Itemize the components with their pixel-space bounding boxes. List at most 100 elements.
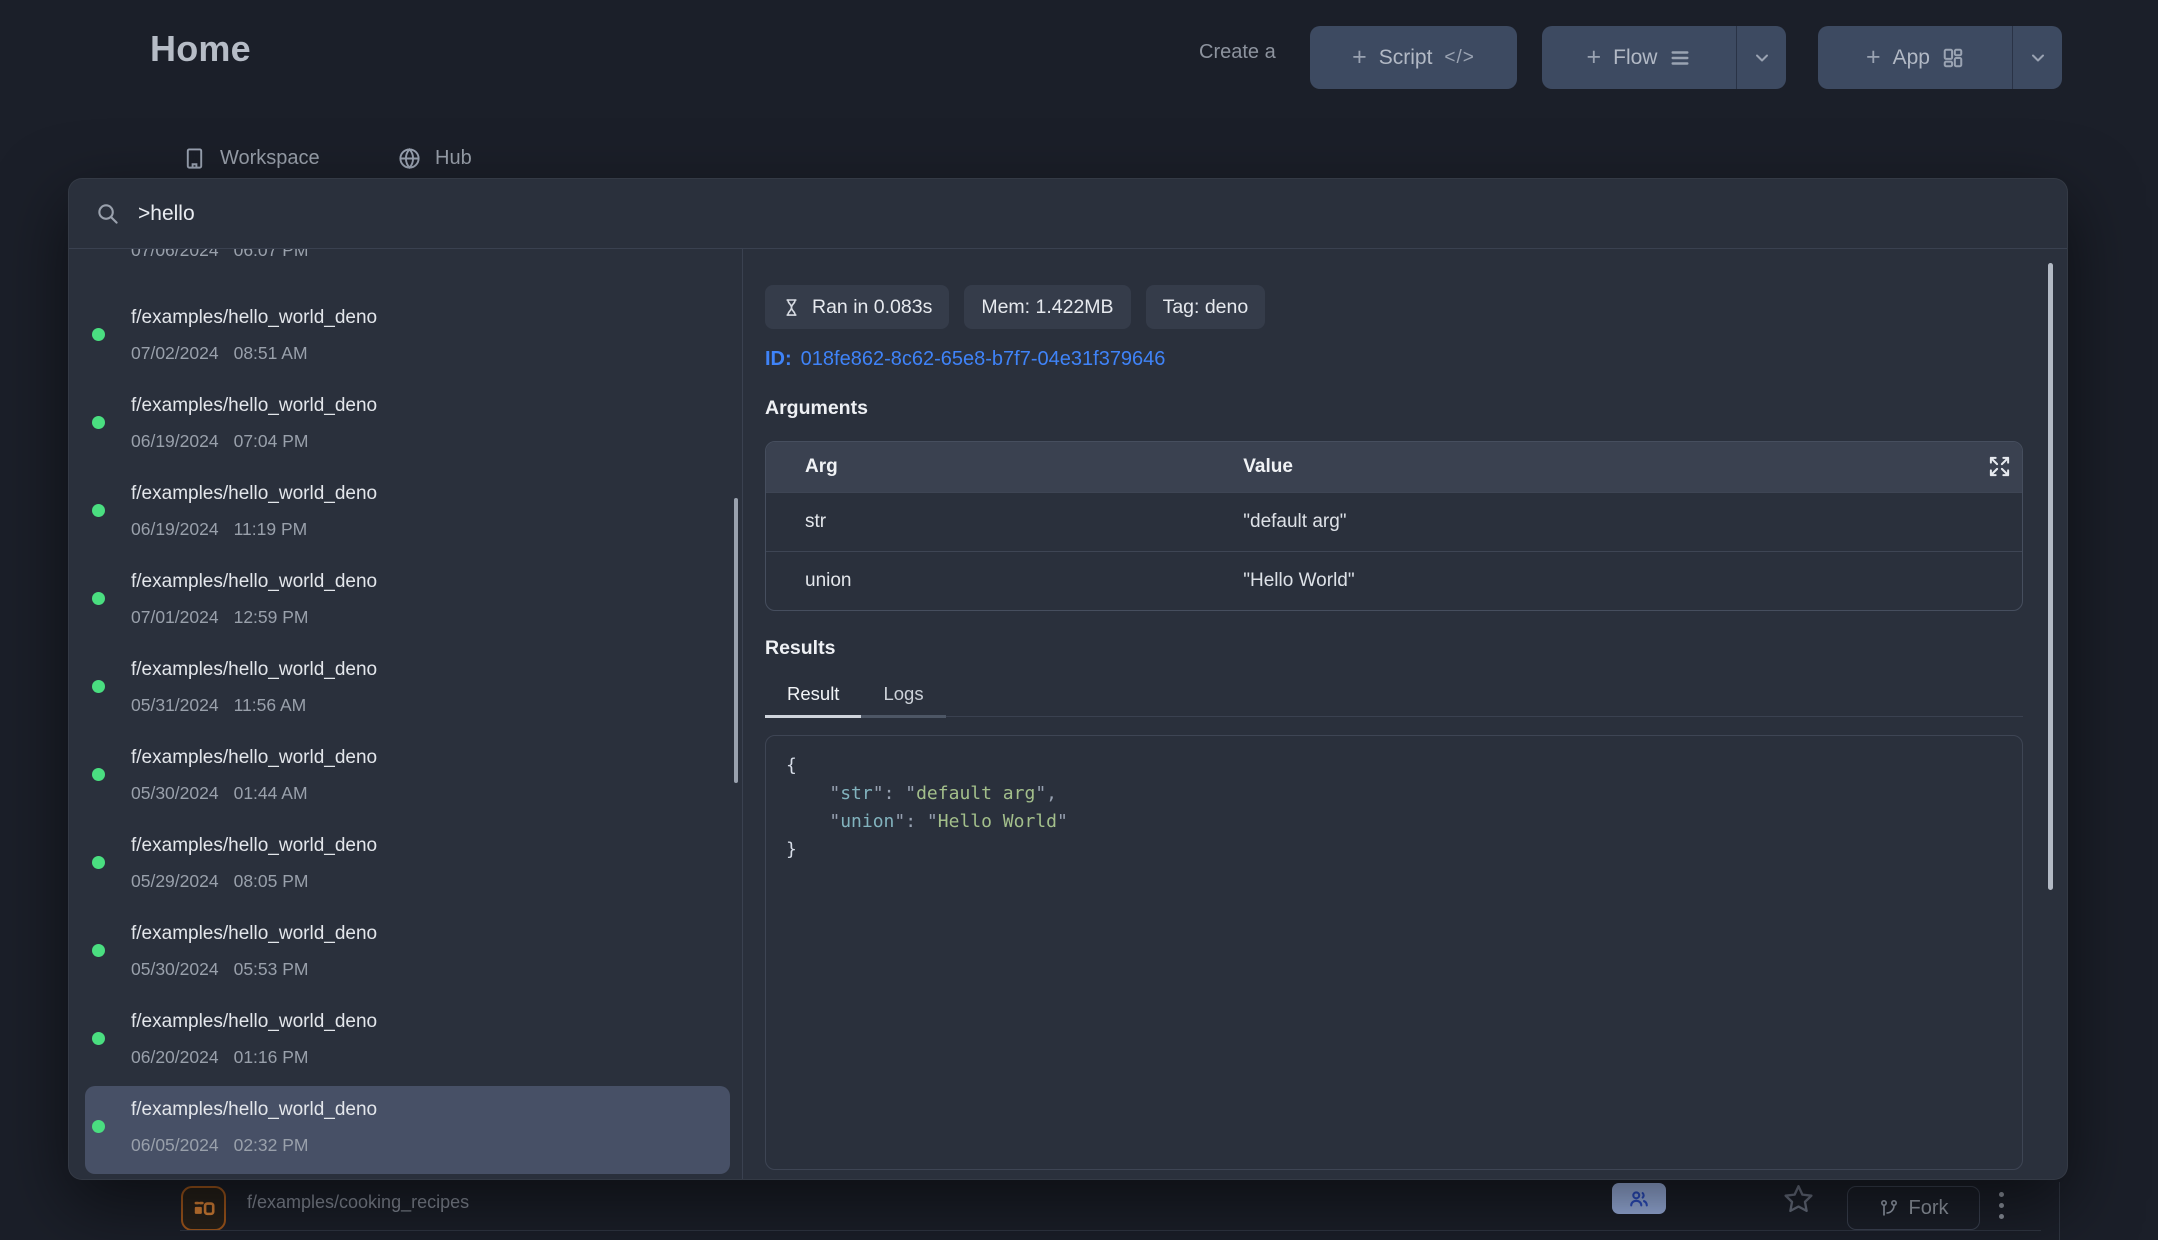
create-app-dropdown-button[interactable]: [2012, 26, 2062, 89]
favorite-star-icon[interactable]: [1783, 1183, 1814, 1214]
runtime-badge: Ran in 0.083s: [765, 285, 949, 329]
tab-logs[interactable]: Logs: [861, 683, 945, 718]
code-line: }: [786, 836, 2002, 864]
success-status-dot: [92, 504, 105, 517]
run-list-item[interactable]: f/examples/hello_world_deno 05/29/202408:…: [69, 822, 742, 910]
run-list-item[interactable]: f/examples/hello_world_deno 05/31/202411:…: [69, 646, 742, 734]
success-status-dot: [92, 944, 105, 957]
search-input[interactable]: >hello: [138, 202, 195, 226]
run-datetime: 06/19/202407:04 PM: [131, 431, 309, 452]
code-line: "union": "Hello World": [786, 808, 2002, 836]
results-section-title: Results: [765, 637, 2023, 660]
success-status-dot: [92, 856, 105, 869]
run-datetime: 06/19/202411:19 PM: [131, 519, 307, 540]
argument-row: union"Hello World": [766, 551, 2022, 610]
building-icon: [183, 147, 206, 170]
run-list-item[interactable]: f/examples/hello_world_deno 05/30/202401:…: [69, 734, 742, 822]
globe-icon: [398, 147, 421, 170]
run-path: f/examples/hello_world_deno: [131, 1011, 377, 1033]
argument-row: str"default arg": [766, 492, 2022, 551]
run-id-value[interactable]: 018fe862-8c62-65e8-b7f7-04e31f379646: [801, 348, 1166, 370]
shared-users-badge[interactable]: [1612, 1183, 1666, 1214]
run-id-row[interactable]: ID: 018fe862-8c62-65e8-b7f7-04e31f379646: [765, 348, 2023, 371]
run-datetime: 06/20/202401:16 PM: [131, 1047, 309, 1068]
chevron-down-icon: [2028, 48, 2048, 68]
create-script-label: Script: [1379, 46, 1433, 70]
git-branch-icon: [1879, 1198, 1899, 1218]
create-app-button-group: + App: [1818, 26, 2062, 89]
plus-icon: +: [1587, 45, 1602, 70]
run-datetime: 05/31/202411:56 AM: [131, 695, 306, 716]
success-status-dot: [92, 592, 105, 605]
search-bar[interactable]: >hello: [69, 179, 2067, 249]
plus-icon: +: [1866, 45, 1881, 70]
run-path: f/examples/hello_world_deno: [131, 835, 377, 857]
background-vertical-edge: [2059, 1182, 2060, 1240]
cooking-recipes-path: f/examples/cooking_recipes: [247, 1192, 469, 1213]
run-datetime: 07/01/202412:59 PM: [131, 607, 309, 628]
run-list-item[interactable]: f/examples/hello_world_deno 06/19/202407:…: [69, 382, 742, 470]
success-status-dot: [92, 328, 105, 341]
fork-button-label: Fork: [1909, 1197, 1949, 1220]
run-path: f/examples/hello_world_deno: [131, 747, 377, 769]
run-id-label: ID:: [765, 348, 792, 370]
fork-button[interactable]: Fork: [1847, 1186, 1980, 1230]
tab-hub-label: Hub: [435, 147, 472, 170]
run-datetime: 07/02/202408:51 AM: [131, 343, 308, 364]
create-app-label: App: [1893, 46, 1930, 70]
success-status-dot: [92, 1120, 105, 1133]
more-options-kebab-icon[interactable]: [1999, 1192, 2004, 1219]
create-flow-button[interactable]: + Flow: [1542, 26, 1736, 89]
run-datetime: 05/29/202408:05 PM: [131, 871, 309, 892]
bottom-divider: [180, 1230, 2041, 1231]
arguments-table: Arg Value str"default arg"union"Hello Wo…: [765, 441, 2023, 611]
run-list-item[interactable]: f/examples/hello_world_deno06/19/202411:…: [69, 470, 742, 558]
runs-list-scrollbar[interactable]: [734, 498, 738, 783]
run-list-item[interactable]: f/examples/hello_world_deno 06/20/202401:…: [69, 998, 742, 1086]
run-datetime: 05/30/202401:44 AM: [131, 783, 308, 804]
run-search-modal: >hello 07/06/202406:07 PM f/examples/hel…: [68, 178, 2068, 1180]
arguments-table-body: str"default arg"union"Hello World": [766, 492, 2022, 610]
search-icon: [96, 202, 119, 225]
run-datetime: 06/05/202402:32 PM: [131, 1135, 309, 1156]
tab-hub[interactable]: Hub: [398, 147, 472, 170]
run-path: f/examples/hello_world_deno: [131, 659, 377, 681]
success-status-dot: [92, 768, 105, 781]
run-badges: Ran in 0.083s Mem: 1.422MB Tag: deno: [765, 285, 2023, 329]
create-flow-dropdown-button[interactable]: [1736, 26, 1786, 89]
run-list-item[interactable]: f/examples/hello_world_deno 05/30/202405:…: [69, 910, 742, 998]
cooking-recipes-app-icon: [181, 1186, 226, 1231]
runs-list-pane: 07/06/202406:07 PM f/examples/hello_worl…: [69, 249, 743, 1179]
arg-column-header: Arg: [766, 456, 1243, 478]
run-path: f/examples/hello_world_deno: [131, 571, 377, 593]
run-datetime: 07/06/202406:07 PM: [131, 249, 309, 261]
create-app-button[interactable]: + App: [1818, 26, 2012, 89]
detail-pane-scrollbar[interactable]: [2048, 263, 2053, 890]
app-grid-icon: [1942, 47, 1964, 69]
run-list-item-partial[interactable]: 07/06/202406:07 PM: [69, 249, 742, 294]
tab-workspace-label: Workspace: [220, 147, 320, 170]
code-icon: </>: [1444, 47, 1474, 69]
chevron-down-icon: [1752, 48, 1772, 68]
create-script-button[interactable]: + Script </>: [1310, 26, 1517, 89]
run-detail-pane: Ran in 0.083s Mem: 1.422MB Tag: deno ID:…: [743, 249, 2067, 1179]
run-list-item[interactable]: f/examples/hello_world_deno07/02/202408:…: [69, 294, 742, 382]
run-path: f/examples/hello_world_deno: [131, 395, 377, 417]
tab-workspace[interactable]: Workspace: [183, 147, 320, 170]
argument-name: str: [766, 511, 1243, 533]
argument-value: "default arg": [1243, 511, 2022, 533]
run-datetime: 05/30/202405:53 PM: [131, 959, 309, 980]
runs-list: f/examples/hello_world_deno 07/02/202408:…: [69, 294, 742, 1174]
expand-table-icon[interactable]: [1988, 455, 2011, 478]
argument-value: "Hello World": [1243, 570, 2022, 592]
run-list-item[interactable]: f/examples/hello_world_deno 07/01/202412:…: [69, 558, 742, 646]
argument-name: union: [766, 570, 1243, 592]
run-list-item[interactable]: f/examples/hello_world_deno06/05/202402:…: [69, 1086, 742, 1174]
tab-result[interactable]: Result: [765, 683, 861, 718]
create-flow-label: Flow: [1613, 46, 1657, 70]
result-code: { "str": "default arg", "union": "Hello …: [765, 735, 2023, 1170]
create-flow-button-group: + Flow: [1542, 26, 1786, 89]
run-path: f/examples/hello_world_deno: [131, 923, 377, 945]
arguments-table-header: Arg Value: [766, 442, 2022, 492]
hourglass-icon: [782, 298, 801, 317]
